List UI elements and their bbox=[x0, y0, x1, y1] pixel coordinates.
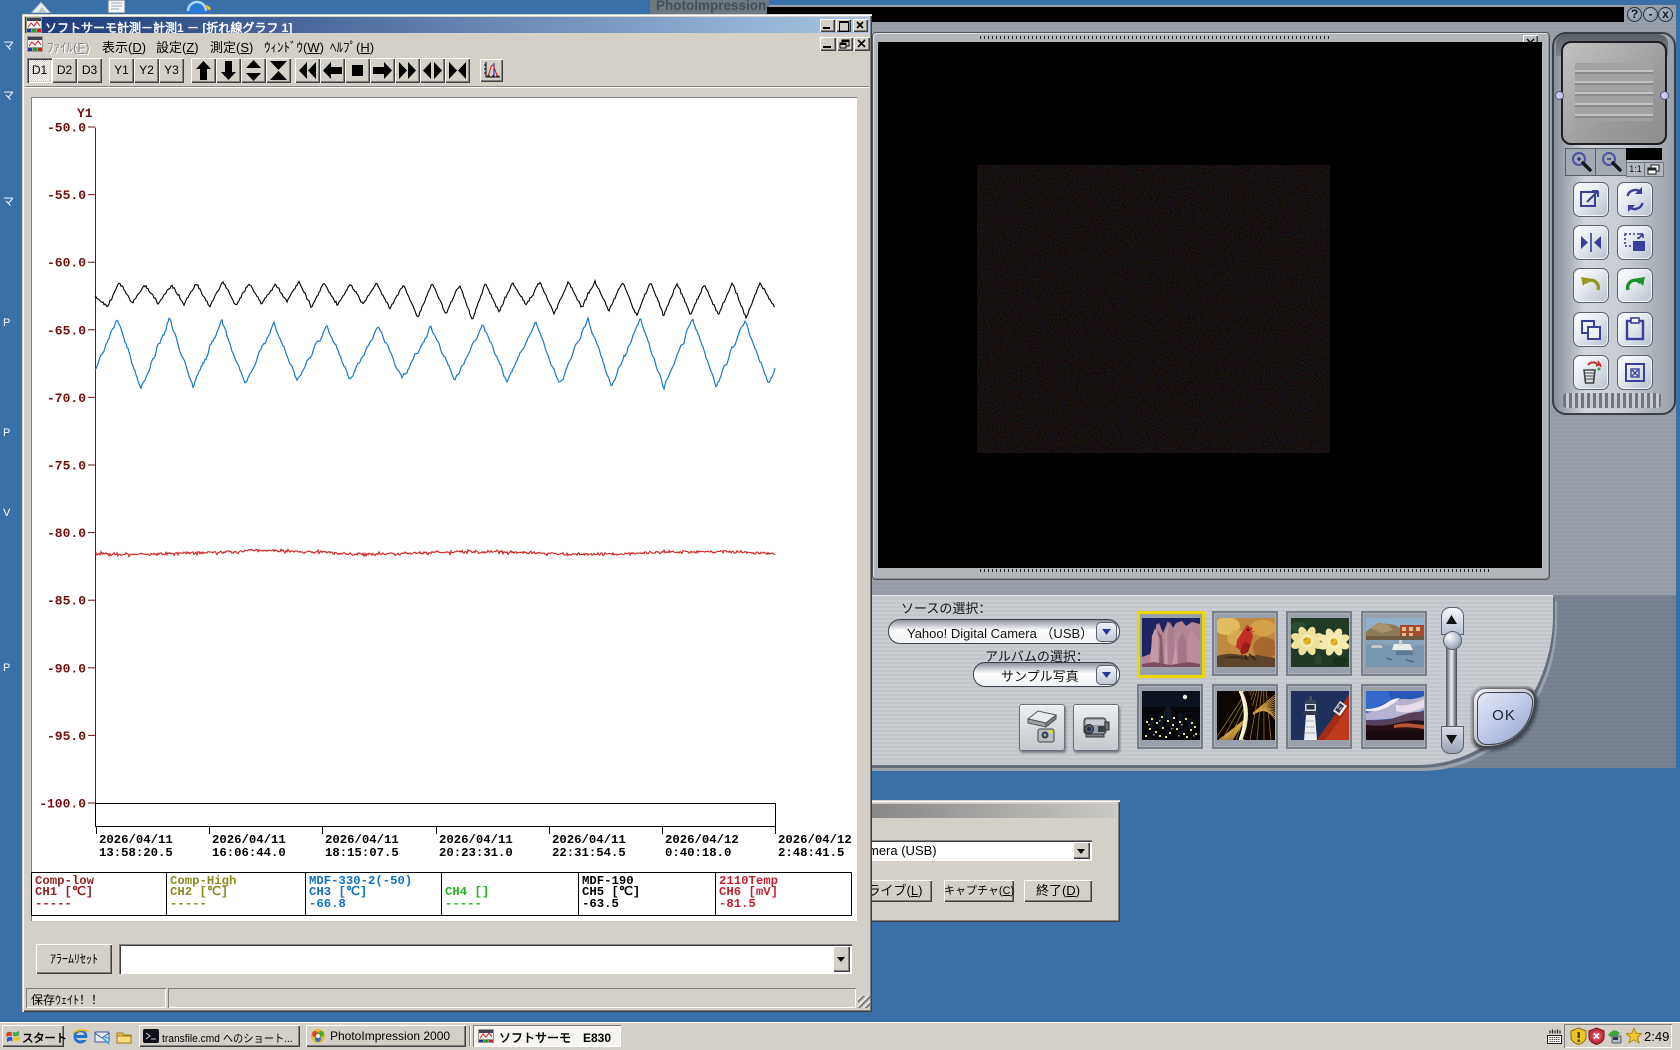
svg-text:-75.0: -75.0 bbox=[47, 459, 86, 474]
svg-text:-65.0: -65.0 bbox=[47, 323, 86, 338]
svg-text:2026/04/11: 2026/04/11 bbox=[439, 833, 513, 847]
svg-text:2:48:41.5: 2:48:41.5 bbox=[778, 846, 844, 860]
svg-text:20:23:31.0: 20:23:31.0 bbox=[439, 846, 513, 860]
svg-text:13:58:20.5: 13:58:20.5 bbox=[99, 846, 173, 860]
svg-text:2026/04/11: 2026/04/11 bbox=[325, 833, 399, 847]
svg-text:2026/04/11: 2026/04/11 bbox=[99, 833, 173, 847]
svg-text:2026/04/12: 2026/04/12 bbox=[665, 833, 739, 847]
svg-text:-63.5: -63.5 bbox=[582, 897, 619, 911]
svg-text:16:06:44.0: 16:06:44.0 bbox=[212, 846, 286, 860]
svg-text:-----: ----- bbox=[35, 897, 72, 911]
svg-text:-66.8: -66.8 bbox=[309, 897, 346, 911]
svg-text:-50.0: -50.0 bbox=[47, 121, 86, 136]
svg-text:-90.0: -90.0 bbox=[47, 661, 86, 676]
svg-text:-100.0: -100.0 bbox=[39, 797, 86, 812]
svg-text:18:15:07.5: 18:15:07.5 bbox=[325, 846, 399, 860]
svg-text:-----: ----- bbox=[445, 897, 482, 911]
svg-text:-85.0: -85.0 bbox=[47, 594, 86, 609]
svg-text:-80.0: -80.0 bbox=[47, 526, 86, 541]
svg-text:-81.5: -81.5 bbox=[719, 897, 756, 911]
svg-text:2026/04/12: 2026/04/12 bbox=[778, 833, 852, 847]
svg-text:22:31:54.5: 22:31:54.5 bbox=[552, 846, 626, 860]
svg-text:-60.0: -60.0 bbox=[47, 256, 86, 271]
svg-text:2026/04/11: 2026/04/11 bbox=[552, 833, 626, 847]
svg-text:-70.0: -70.0 bbox=[47, 391, 86, 406]
svg-text:Y1: Y1 bbox=[77, 106, 93, 121]
svg-text:-95.0: -95.0 bbox=[47, 729, 86, 744]
svg-text:0:40:18.0: 0:40:18.0 bbox=[665, 846, 731, 860]
svg-text:-55.0: -55.0 bbox=[47, 188, 86, 203]
svg-text:-----: ----- bbox=[170, 897, 207, 911]
svg-text:2026/04/11: 2026/04/11 bbox=[212, 833, 286, 847]
